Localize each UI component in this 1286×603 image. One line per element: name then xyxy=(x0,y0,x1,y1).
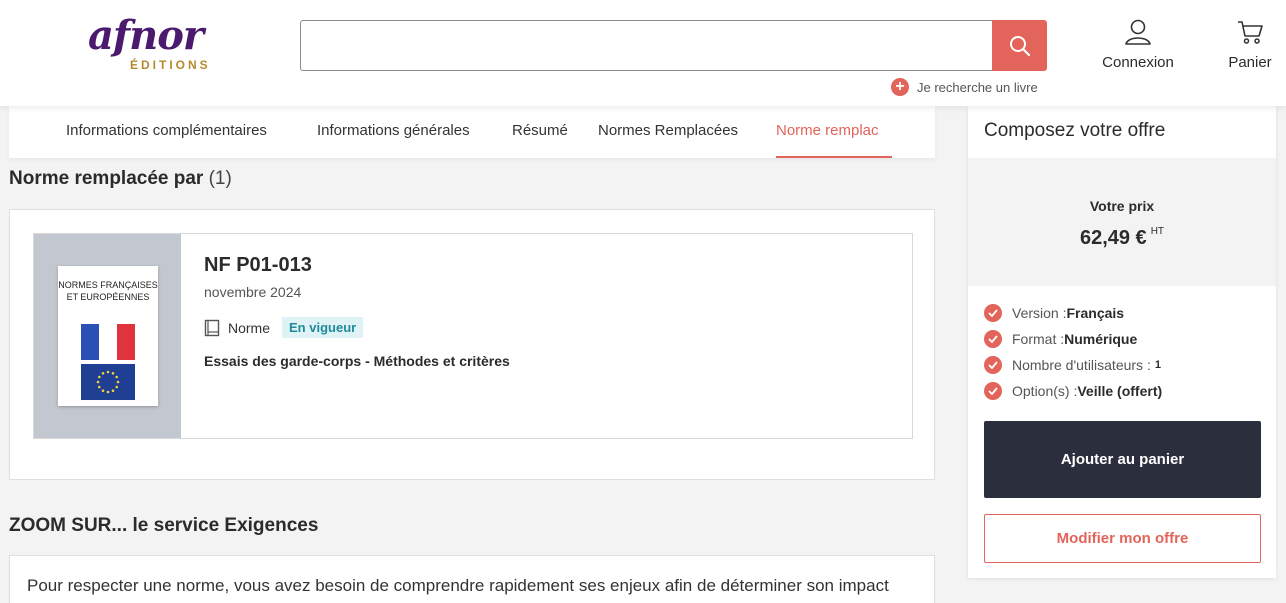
logo-wordmark: afnor xyxy=(88,12,204,59)
norm-type-row: Norme En vigueur xyxy=(204,317,364,338)
section-count: (1) xyxy=(208,168,232,189)
norm-cover: NORMES FRANÇAISES ET EUROPÉENNES xyxy=(58,266,158,406)
french-flag-icon xyxy=(81,324,135,360)
cart-button[interactable]: Panier xyxy=(1221,18,1279,71)
check-icon xyxy=(984,356,1002,374)
tab-norme-remplacee-par[interactable]: Norme remplac xyxy=(776,122,892,158)
option-label: Nombre d'utilisateurs : xyxy=(1012,357,1151,373)
section-title-text: Norme remplacée par xyxy=(9,168,204,189)
zoom-panel: Pour respecter une norme, vous avez beso… xyxy=(9,555,935,603)
option-label: Version : xyxy=(1012,305,1067,321)
search-input[interactable] xyxy=(300,20,992,71)
book-search-link[interactable]: + Je recherche un livre xyxy=(891,78,1038,96)
price-area: Votre prix 62,49 € HT xyxy=(968,158,1276,286)
cart-icon xyxy=(1238,21,1263,44)
tab-resume[interactable]: Résumé xyxy=(512,122,568,139)
option-value: Veille (offert) xyxy=(1077,383,1163,399)
price-value: 62,49 € HT xyxy=(968,226,1276,250)
logo-subtitle: ÉDITIONS xyxy=(130,58,211,72)
eu-flag-icon xyxy=(81,364,135,400)
option-value: Numérique xyxy=(1064,331,1138,347)
norm-title: Essais des garde-corps - Méthodes et cri… xyxy=(204,353,510,369)
norm-type-label: Norme xyxy=(228,319,271,336)
section-title-replaced-by: Norme remplacée par (1) xyxy=(9,168,232,190)
check-icon xyxy=(984,330,1002,348)
cart-label: Panier xyxy=(1228,54,1272,71)
plus-icon: + xyxy=(891,78,909,96)
price-label: Votre prix xyxy=(1089,198,1155,214)
search-icon xyxy=(1009,35,1030,56)
tab-informations-complementaires[interactable]: Informations complémentaires xyxy=(66,122,267,139)
option-format: Format : Numérique xyxy=(984,326,1162,352)
book-icon xyxy=(204,319,220,336)
user-icon xyxy=(1125,19,1151,45)
afnor-logo[interactable]: afnor ÉDITIONS xyxy=(88,16,223,74)
price-suffix: HT xyxy=(1150,226,1165,237)
option-version: Version : Français xyxy=(984,300,1162,326)
zoom-title: ZOOM SUR... le service Exigences xyxy=(9,515,319,536)
norm-date: novembre 2024 xyxy=(204,284,302,300)
tab-informations-generales[interactable]: Informations générales xyxy=(317,122,470,139)
cover-text: NORMES FRANÇAISES ET EUROPÉENNES xyxy=(58,280,158,302)
status-badge: En vigueur xyxy=(282,317,364,338)
option-value: 1 xyxy=(1154,359,1161,371)
site-header: afnor ÉDITIONS + Je recherche un livre C… xyxy=(0,0,1286,106)
book-search-label: Je recherche un livre xyxy=(917,79,1038,95)
zoom-text: Pour respecter une norme, vous avez beso… xyxy=(27,576,889,595)
product-tabs: Informations complémentaires Information… xyxy=(9,106,935,158)
option-value: Français xyxy=(1066,305,1125,321)
login-label: Connexion xyxy=(1102,54,1174,71)
tab-normes-remplacees[interactable]: Normes Remplacées xyxy=(598,122,738,139)
option-users: Nombre d'utilisateurs : 1 xyxy=(984,352,1162,378)
offer-title: Composez votre offre xyxy=(984,120,1166,141)
replaced-by-panel: NORMES FRANÇAISES ET EUROPÉENNES NF P01-… xyxy=(9,209,935,480)
option-extras: Option(s) : Veille (offert) xyxy=(984,378,1162,404)
norm-card[interactable]: NORMES FRANÇAISES ET EUROPÉENNES NF P01-… xyxy=(33,233,913,439)
check-icon xyxy=(984,382,1002,400)
norm-reference[interactable]: NF P01-013 xyxy=(204,254,312,277)
price-amount: 62,49 € xyxy=(1079,227,1147,249)
option-label: Format : xyxy=(1012,331,1065,347)
add-to-cart-button[interactable]: Ajouter au panier xyxy=(984,421,1261,498)
norm-thumbnail: NORMES FRANÇAISES ET EUROPÉENNES xyxy=(34,234,181,438)
option-label: Option(s) : xyxy=(1012,383,1078,399)
modify-offer-button[interactable]: Modifier mon offre xyxy=(984,514,1261,563)
offer-options: Version : Français Format : Numérique No… xyxy=(984,300,1162,404)
offer-panel: Composez votre offre Votre prix 62,49 € H… xyxy=(968,106,1276,578)
check-icon xyxy=(984,304,1002,322)
search-button[interactable] xyxy=(992,20,1047,71)
login-button[interactable]: Connexion xyxy=(1096,18,1180,71)
